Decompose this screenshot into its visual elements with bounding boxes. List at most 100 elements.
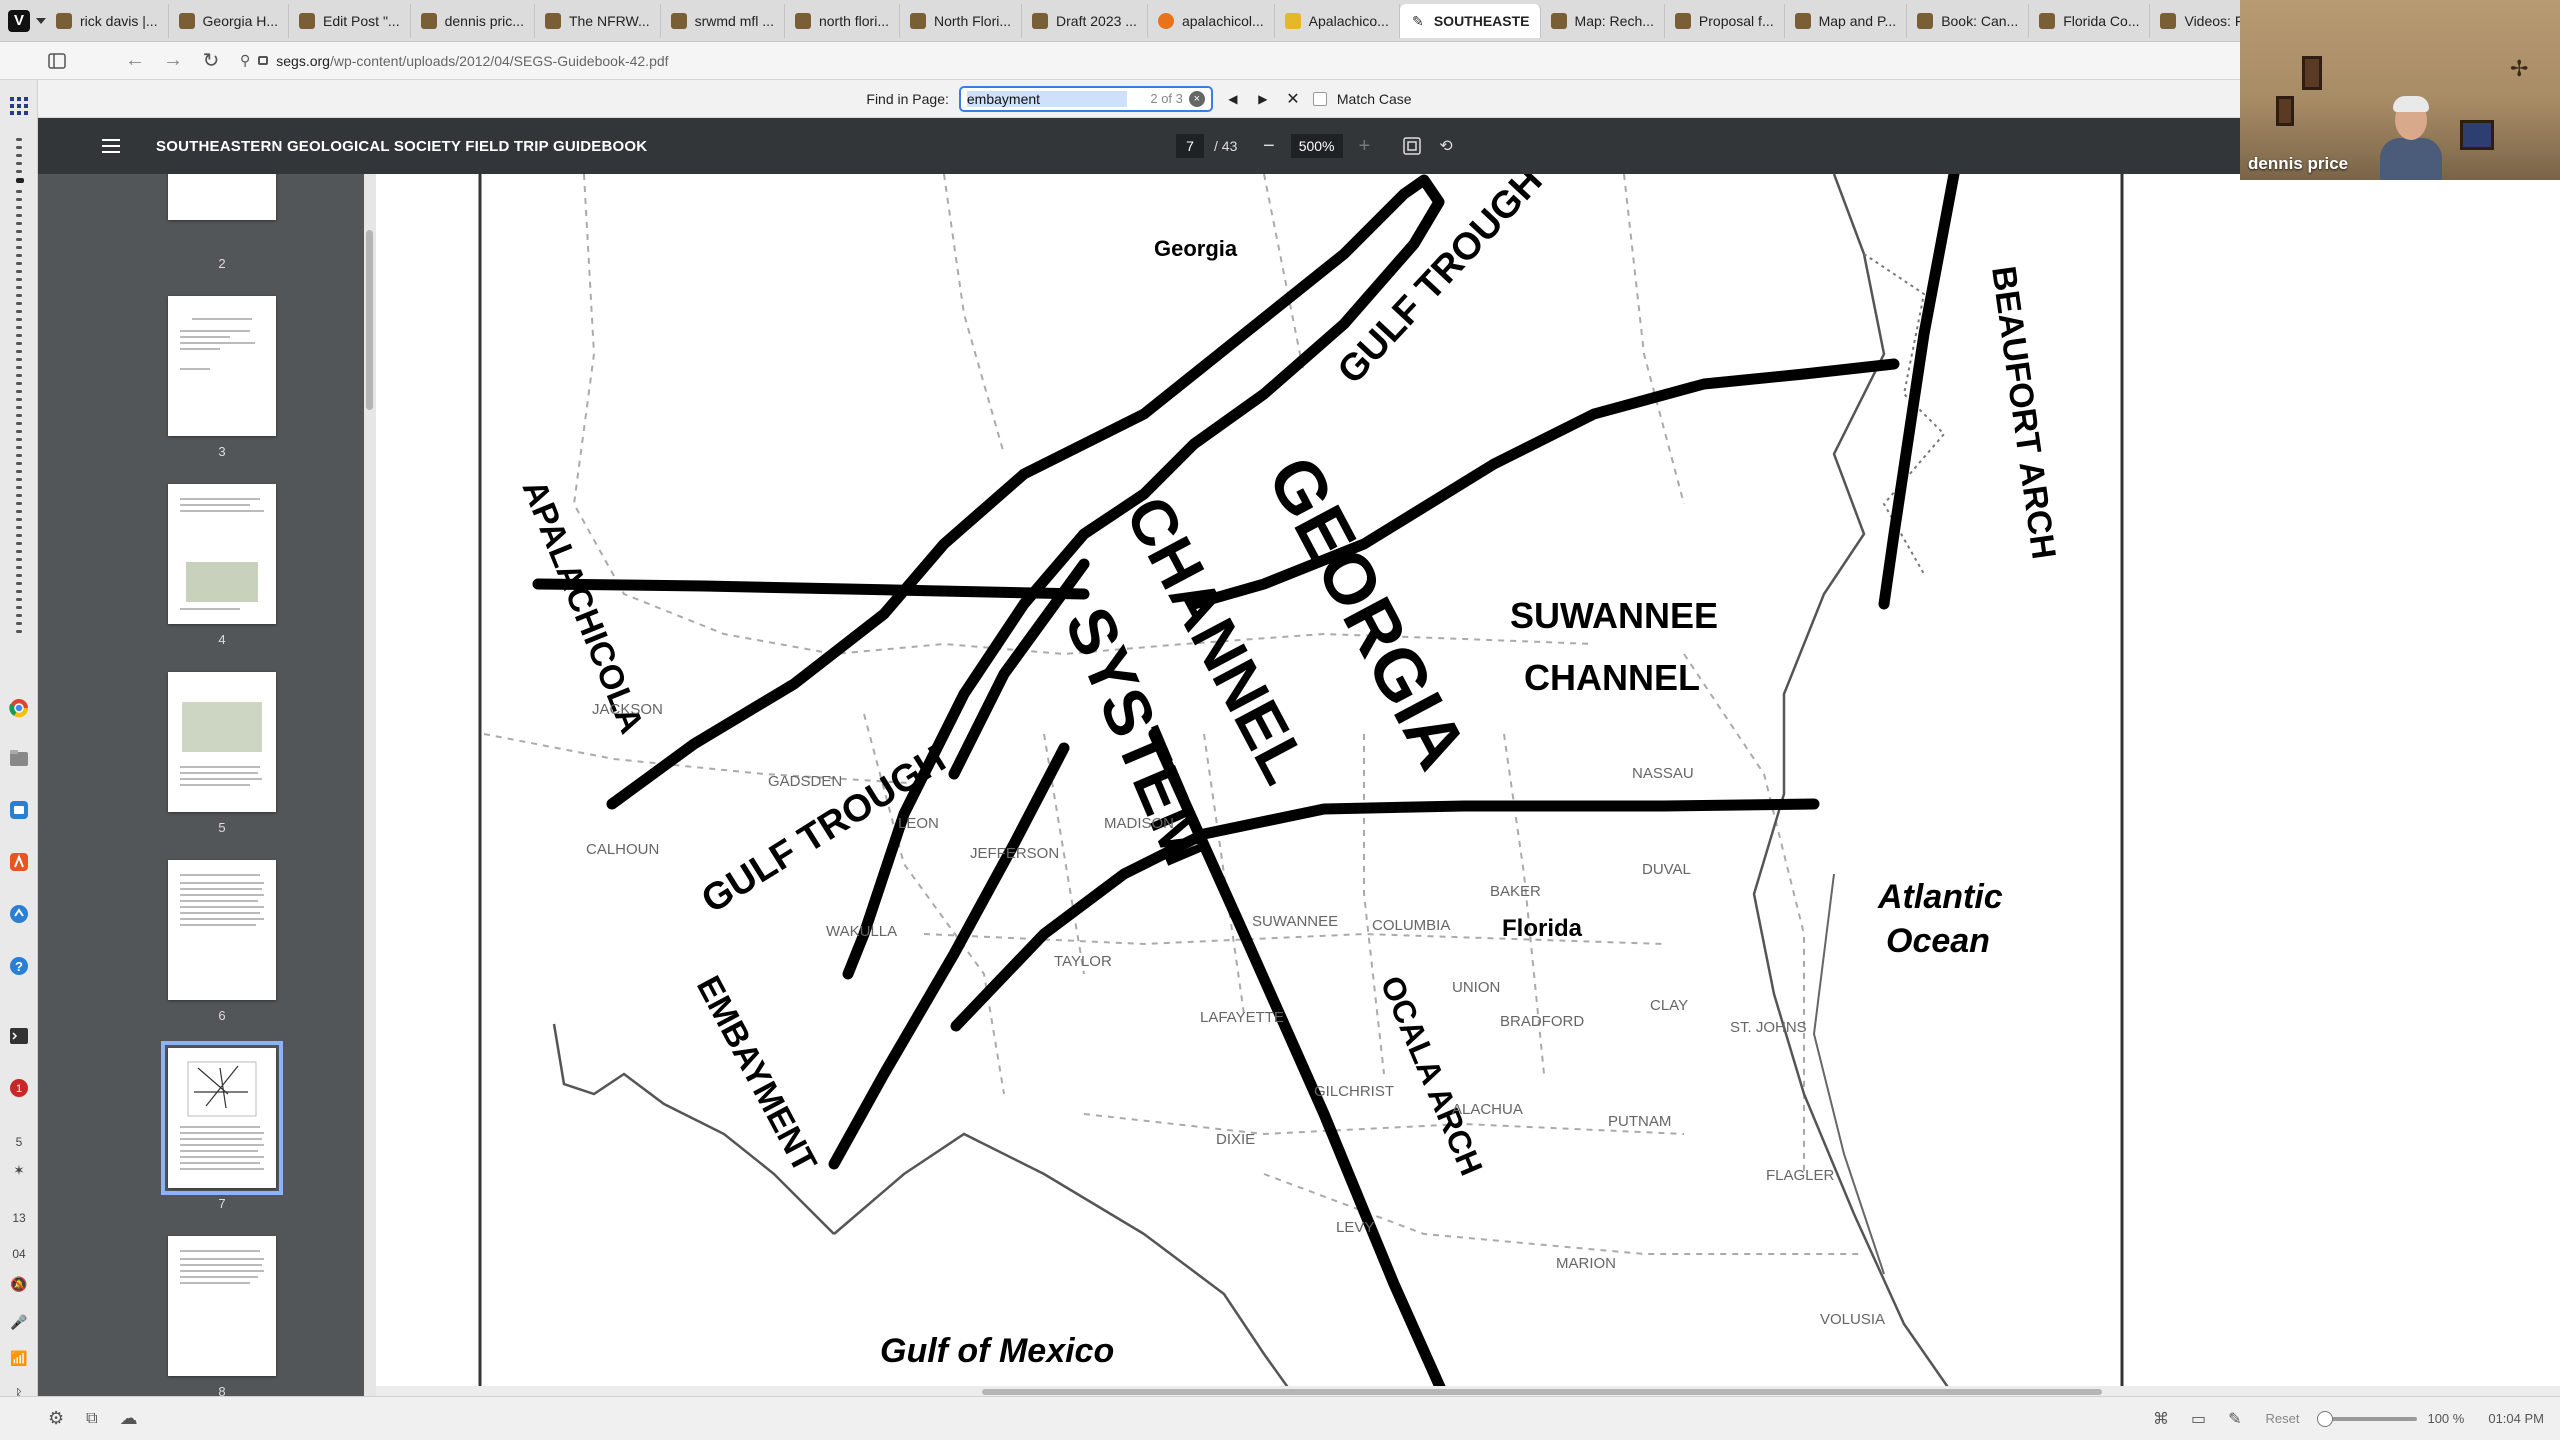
site-info-icon[interactable]: ⚲ (240, 52, 250, 69)
workspace-dot[interactable] (16, 622, 22, 625)
terminal-icon[interactable] (9, 1026, 29, 1046)
workspace-dot[interactable] (16, 526, 22, 529)
chrome-icon[interactable] (9, 698, 29, 718)
browser-tab[interactable]: Map and P... (1785, 3, 1908, 38)
page-thumbnail[interactable] (168, 860, 276, 1000)
workspace-dot[interactable] (16, 454, 22, 457)
workspace-dot[interactable] (16, 462, 22, 465)
bell-off-icon[interactable]: 🔕 (9, 1274, 29, 1294)
page-thumbnail[interactable] (168, 1236, 276, 1376)
vertical-scrollbar[interactable] (364, 174, 376, 1396)
workspace-dot[interactable] (16, 566, 22, 569)
software-center-icon[interactable] (9, 852, 29, 872)
workspace-dot[interactable] (16, 582, 22, 585)
page-thumbnail[interactable] (168, 174, 276, 220)
wifi-icon[interactable]: 📶 (9, 1348, 29, 1368)
video-call-tile[interactable]: ✢ dennis price (2240, 0, 2560, 180)
microphone-icon[interactable]: 🎤 (9, 1312, 29, 1332)
panel-toggle-icon[interactable] (38, 46, 76, 76)
back-icon[interactable]: ← (116, 46, 154, 76)
clear-find-icon[interactable]: × (1188, 90, 1205, 107)
browser-tab[interactable]: Georgia H... (169, 3, 290, 38)
page-thumbnail[interactable] (168, 484, 276, 624)
reload-icon[interactable]: ↻ (192, 46, 230, 76)
vertical-scroll-thumb[interactable] (366, 230, 373, 410)
workspace-dot[interactable] (16, 230, 22, 233)
workspace-dot[interactable] (16, 214, 22, 217)
page-thumbnail[interactable] (168, 672, 276, 812)
workspace-dot[interactable] (16, 342, 22, 345)
rotate-icon[interactable]: ⟲ (1434, 134, 1458, 158)
workspace-dot[interactable] (16, 550, 22, 553)
workspace-dot[interactable] (16, 238, 22, 241)
browser-menu-button[interactable]: V (8, 4, 46, 38)
workspace-dot[interactable] (16, 606, 22, 609)
browser-tab[interactable]: Florida Co... (2029, 3, 2151, 38)
workspace-dot[interactable] (16, 310, 22, 313)
apps-grid-icon[interactable] (9, 96, 29, 116)
workspace-dot[interactable] (16, 430, 22, 433)
match-case-checkbox[interactable] (1312, 91, 1327, 106)
workspace-dot[interactable] (16, 478, 22, 481)
workspace-dot[interactable] (16, 590, 22, 593)
zoom-in-icon[interactable]: + (1359, 135, 1371, 158)
screenshot-icon[interactable]: ⌘ (2153, 1409, 2169, 1429)
find-input[interactable] (966, 90, 1127, 107)
workspace-dot[interactable] (16, 254, 22, 257)
workspace-dot[interactable] (16, 374, 22, 377)
workspace-dot[interactable] (16, 366, 22, 369)
workspace-dot[interactable] (16, 294, 22, 297)
help-icon[interactable]: ? (9, 956, 29, 976)
browser-tab[interactable]: srwmd mfl ... (661, 3, 785, 38)
workspace-dot[interactable] (16, 162, 22, 165)
workspace-dot[interactable] (16, 414, 22, 417)
menu-icon[interactable] (102, 137, 126, 155)
browser-tab[interactable]: dennis pric... (411, 3, 535, 38)
find-previous-icon[interactable]: ◀ (1223, 92, 1243, 106)
forward-icon[interactable]: → (154, 46, 192, 76)
workspace-dot[interactable] (16, 270, 22, 273)
workspace-dot-active[interactable] (16, 178, 24, 183)
workspace-dot[interactable] (16, 502, 22, 505)
workspace-dot[interactable] (16, 358, 22, 361)
workspace-dot[interactable] (16, 614, 22, 617)
browser-tab[interactable]: Apalachico... (1275, 3, 1400, 38)
fit-page-icon[interactable] (1400, 134, 1424, 158)
cloud-sync-icon[interactable]: ☁ (120, 1408, 138, 1429)
workspace-dot[interactable] (16, 146, 22, 149)
page-actions-icon[interactable]: ✎ (2228, 1409, 2241, 1429)
close-find-icon[interactable]: ✕ (1283, 89, 1303, 109)
browser-tab[interactable]: north flori... (785, 3, 900, 38)
workspace-dot[interactable] (16, 302, 22, 305)
workspace-dot[interactable] (16, 190, 22, 193)
workspace-dot[interactable] (16, 262, 22, 265)
reset-zoom-button[interactable]: Reset (2266, 1411, 2300, 1426)
tiling-icon[interactable]: ▭ (2191, 1409, 2206, 1429)
workspace-dot[interactable] (16, 446, 22, 449)
workspace-dot[interactable] (16, 318, 22, 321)
pdf-viewer[interactable]: GULF TROUGH Georgia BEAUFORT ARCH APALAC… (364, 174, 2560, 1396)
notification-badge-icon[interactable]: 1 (9, 1078, 29, 1098)
workspace-dot[interactable] (16, 558, 22, 561)
zoom-level[interactable]: 500% (1290, 134, 1343, 158)
horizontal-scroll-thumb[interactable] (982, 1389, 2102, 1395)
workspace-dot[interactable] (16, 598, 22, 601)
zoom-out-icon[interactable]: − (1263, 135, 1275, 158)
workspace-dot[interactable] (16, 438, 22, 441)
find-next-icon[interactable]: ▶ (1253, 92, 1273, 106)
browser-tab[interactable]: Map: Rech... (1541, 3, 1665, 38)
zoom-slider-knob[interactable] (2317, 1410, 2334, 1427)
workspace-dot[interactable] (16, 334, 22, 337)
browser-tab[interactable]: Edit Post "... (289, 3, 411, 38)
browser-tab[interactable]: ✎ SOUTHEASTE (1399, 3, 1541, 38)
browser-tab[interactable]: Draft 2023 ... (1022, 3, 1148, 38)
page-thumbnail[interactable] (168, 296, 276, 436)
workspace-dot[interactable] (16, 398, 22, 401)
workspace-dot[interactable] (16, 286, 22, 289)
workspace-dot[interactable] (16, 406, 22, 409)
panel-toggle-status-icon[interactable]: ⧉ (86, 1410, 97, 1428)
workspace-dot[interactable] (16, 246, 22, 249)
browser-tab[interactable]: The NFRW... (535, 3, 661, 38)
page-thumbnail-selected[interactable] (161, 1041, 283, 1195)
update-icon[interactable] (9, 904, 29, 924)
